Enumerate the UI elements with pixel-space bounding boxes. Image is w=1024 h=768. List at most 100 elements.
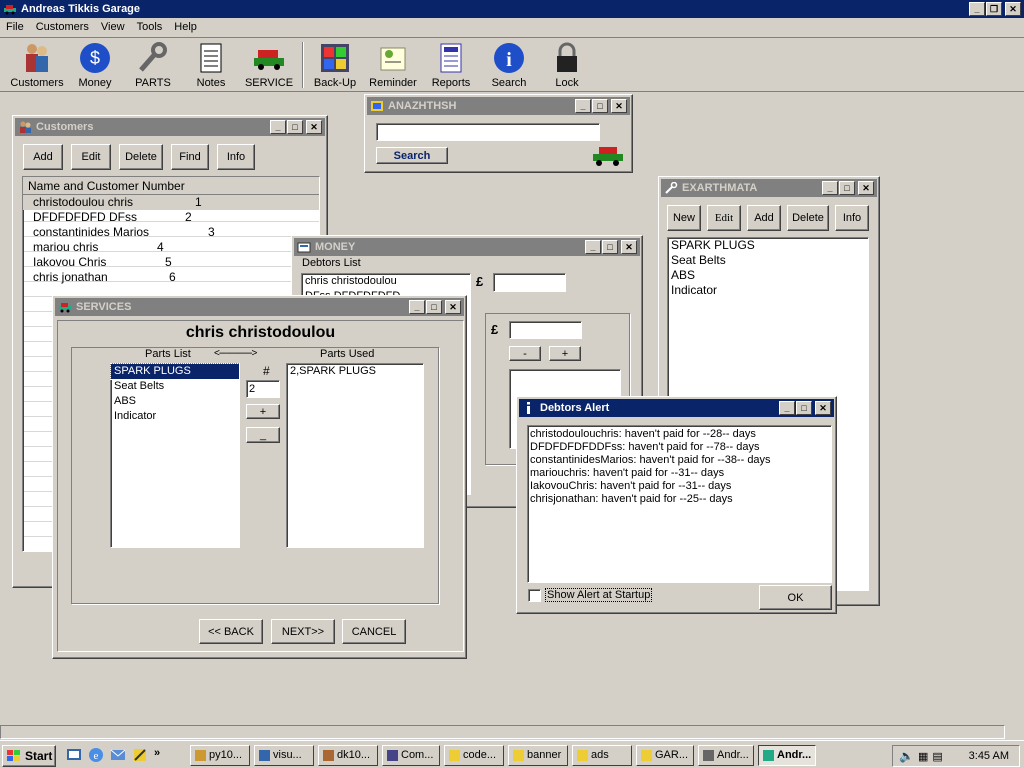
customer-row[interactable]: constantinides Marios 3: [23, 225, 319, 240]
toolbar-search-button[interactable]: i Search: [480, 38, 538, 89]
taskbar-item[interactable]: Andr...: [758, 745, 816, 766]
customers-delete-button[interactable]: Delete: [119, 144, 163, 170]
parts-edit-button[interactable]: Edit: [707, 205, 741, 231]
printer-icon[interactable]: ▤: [932, 750, 942, 763]
customers-edit-button[interactable]: Edit: [71, 144, 111, 170]
clock[interactable]: 3:45 AM: [969, 750, 1009, 762]
search-input[interactable]: [376, 123, 600, 141]
used-part-item[interactable]: 2,SPARK PLUGS: [287, 364, 423, 379]
close-icon[interactable]: ✕: [621, 240, 637, 254]
outlook-icon[interactable]: [110, 747, 126, 763]
menu-file[interactable]: File: [0, 19, 30, 37]
show-alert-checkbox[interactable]: [528, 589, 541, 602]
menu-customers[interactable]: Customers: [30, 19, 95, 37]
parts-new-button[interactable]: New: [667, 205, 701, 231]
service-parts-list[interactable]: SPARK PLUGS Seat Belts ABS Indicator: [110, 363, 240, 548]
toolbar-reminder-button[interactable]: Reminder: [364, 38, 422, 89]
maximize-icon[interactable]: □: [839, 181, 855, 195]
quantity-input[interactable]: [246, 380, 280, 398]
customers-add-button[interactable]: Add: [23, 144, 63, 170]
parts-info-button[interactable]: Info: [835, 205, 869, 231]
maximize-icon[interactable]: □: [602, 240, 618, 254]
back-button[interactable]: << BACK: [199, 619, 263, 644]
internet-explorer-icon[interactable]: e: [88, 747, 104, 763]
taskbar-item[interactable]: dk10...: [318, 745, 378, 766]
minimize-icon[interactable]: _: [270, 120, 286, 134]
toolbar-backup-button[interactable]: Back-Up: [306, 38, 364, 89]
minimize-icon[interactable]: _: [575, 99, 591, 113]
ok-button[interactable]: OK: [759, 585, 832, 610]
restore-icon[interactable]: ❐: [986, 2, 1002, 16]
volume-icon[interactable]: 🔈: [899, 749, 914, 763]
minimize-icon[interactable]: _: [585, 240, 601, 254]
minimize-icon[interactable]: _: [969, 2, 985, 16]
close-icon[interactable]: ✕: [815, 401, 831, 415]
close-icon[interactable]: ✕: [1005, 2, 1021, 16]
amount-input[interactable]: [493, 273, 566, 292]
taskbar-item[interactable]: GAR...: [636, 745, 694, 766]
part-item[interactable]: Indicator: [668, 283, 868, 298]
service-part-item[interactable]: ABS: [111, 394, 239, 409]
close-icon[interactable]: ✕: [858, 181, 874, 195]
more-chevron-icon[interactable]: »: [154, 747, 160, 763]
minus-button[interactable]: -: [509, 346, 541, 361]
toolbar-customers-button[interactable]: Customers: [8, 38, 66, 89]
menu-view[interactable]: View: [95, 19, 131, 37]
taskbar-item[interactable]: Andr...: [698, 745, 754, 766]
toolbar-parts-button[interactable]: PARTS: [124, 38, 182, 89]
taskbar-item[interactable]: banner: [508, 745, 568, 766]
tools-icon[interactable]: [132, 747, 148, 763]
taskbar-item[interactable]: code...: [444, 745, 504, 766]
taskbar-item[interactable]: py10...: [190, 745, 250, 766]
service-part-item[interactable]: Seat Belts: [111, 379, 239, 394]
maximize-icon[interactable]: □: [426, 300, 442, 314]
search-button[interactable]: Search: [376, 147, 448, 164]
show-desktop-icon[interactable]: [66, 747, 82, 763]
show-alert-label[interactable]: Show Alert at Startup: [545, 588, 653, 602]
parts-delete-button[interactable]: Delete: [787, 205, 829, 231]
toolbar-reports-button[interactable]: Reports: [422, 38, 480, 89]
maximize-icon[interactable]: □: [592, 99, 608, 113]
toolbar-money-button[interactable]: $ Money: [66, 38, 124, 89]
taskbar-item[interactable]: ads: [572, 745, 632, 766]
customer-row[interactable]: DFDFDFDFD DFss 2: [23, 210, 319, 225]
toolbar-service-button[interactable]: SERVICE: [240, 38, 298, 89]
customer-row[interactable]: chris jonathan 6: [23, 270, 319, 285]
network-icon[interactable]: ▦: [918, 750, 928, 763]
minimize-icon[interactable]: _: [822, 181, 838, 195]
toolbar-notes-button[interactable]: Notes: [182, 38, 240, 89]
plus-button[interactable]: +: [549, 346, 581, 361]
debtor-item[interactable]: chris christodoulou: [302, 274, 470, 289]
customers-find-button[interactable]: Find: [171, 144, 209, 170]
customer-row[interactable]: Iakovou Chris 5: [23, 255, 319, 270]
customer-row[interactable]: christodoulou chris 1: [23, 195, 319, 210]
part-item[interactable]: ABS: [668, 268, 868, 283]
part-item[interactable]: SPARK PLUGS: [668, 238, 868, 253]
minimize-icon[interactable]: _: [779, 401, 795, 415]
customer-row[interactable]: mariou chris 4: [23, 240, 319, 255]
cancel-button[interactable]: CANCEL: [342, 619, 406, 644]
maximize-icon[interactable]: □: [287, 120, 303, 134]
next-button[interactable]: NEXT>>: [271, 619, 335, 644]
taskbar-item[interactable]: visu...: [254, 745, 314, 766]
menu-tools[interactable]: Tools: [131, 19, 169, 37]
parts-add-button[interactable]: Add: [747, 205, 781, 231]
payment-input[interactable]: [509, 321, 582, 339]
taskbar-item[interactable]: Com...: [382, 745, 440, 766]
maximize-icon[interactable]: □: [796, 401, 812, 415]
menu-help[interactable]: Help: [168, 19, 203, 37]
customers-info-button[interactable]: Info: [217, 144, 255, 170]
toolbar-lock-button[interactable]: Lock: [538, 38, 596, 89]
close-icon[interactable]: ✕: [306, 120, 322, 134]
service-part-item[interactable]: Indicator: [111, 409, 239, 424]
close-icon[interactable]: ✕: [611, 99, 627, 113]
close-icon[interactable]: ✕: [445, 300, 461, 314]
quantity-minus-button[interactable]: _: [246, 427, 280, 443]
start-button[interactable]: Start: [2, 745, 56, 767]
quantity-plus-button[interactable]: +: [246, 404, 280, 419]
parts-used-list[interactable]: 2,SPARK PLUGS: [286, 363, 424, 548]
customer-name: DFDFDFDFD DFss: [33, 210, 137, 224]
minimize-icon[interactable]: _: [409, 300, 425, 314]
part-item[interactable]: Seat Belts: [668, 253, 868, 268]
service-part-item[interactable]: SPARK PLUGS: [110, 363, 240, 380]
